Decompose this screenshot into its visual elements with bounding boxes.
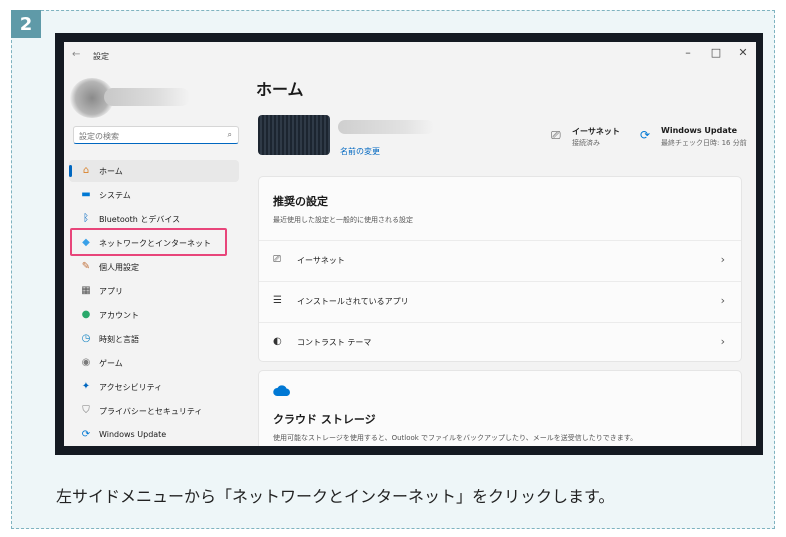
- sidebar-item[interactable]: ▦ アプリ: [69, 280, 239, 302]
- sidebar-item[interactable]: ◷ 時刻と言語: [69, 328, 239, 350]
- brush-icon: ✎: [81, 261, 91, 272]
- windows-update-status-title: Windows Update: [661, 126, 738, 135]
- apps-icon: ▦: [81, 285, 91, 296]
- windows-update-icon: ⟳: [81, 429, 91, 440]
- step-badge: 2: [11, 10, 41, 38]
- device-wallpaper-thumbnail: [258, 115, 330, 155]
- sidebar-item-label: 個人用設定: [99, 263, 139, 272]
- sidebar-item-label: アプリ: [99, 287, 123, 296]
- minimize-button[interactable]: –: [678, 46, 698, 59]
- row-label: イーサネット: [297, 256, 345, 265]
- settings-search-input[interactable]: 設定の検索 ⌕: [73, 126, 239, 144]
- sidebar-item[interactable]: ✦ アクセシビリティ: [69, 376, 239, 398]
- sidebar-item-label: ホーム: [99, 167, 123, 176]
- recommended-heading: 推奨の設定: [273, 195, 328, 208]
- window-title: 設定: [93, 52, 109, 61]
- cloud-storage-heading: クラウド ストレージ: [273, 413, 376, 426]
- row-label: インストールされているアプリ: [297, 297, 409, 306]
- contrast-icon: ◐: [273, 336, 282, 347]
- ethernet-icon: ⎚: [551, 128, 561, 142]
- chevron-right-icon: ›: [720, 335, 725, 348]
- system-icon: ▬: [81, 189, 91, 200]
- sidebar-item[interactable]: ● アカウント: [69, 304, 239, 326]
- network-item-highlight: [70, 228, 227, 256]
- user-profile[interactable]: [70, 76, 190, 120]
- sidebar-item-label: ゲーム: [99, 359, 123, 368]
- sidebar-item-label: システム: [99, 191, 131, 200]
- sidebar-item[interactable]: ◉ ゲーム: [69, 352, 239, 374]
- sidebar-item-label: 時刻と言語: [99, 335, 139, 344]
- clock-icon: ◷: [81, 333, 91, 344]
- recommended-row-contrast-theme[interactable]: ◐ コントラスト テーマ ›: [259, 322, 741, 363]
- sidebar-item[interactable]: ▬ システム: [69, 184, 239, 206]
- installed-apps-icon: ☰: [273, 295, 282, 306]
- sidebar-item[interactable]: ᛒ Bluetooth とデバイス: [69, 208, 239, 230]
- sidebar-item-label: アクセシビリティ: [99, 383, 163, 392]
- back-arrow-icon[interactable]: ←: [72, 49, 80, 60]
- sidebar-item[interactable]: ⟳ Windows Update: [69, 424, 239, 446]
- gamepad-icon: ◉: [81, 357, 91, 368]
- ethernet-status-sub: 接続済み: [572, 139, 600, 147]
- recommended-row-ethernet[interactable]: ⎚ イーサネット ›: [259, 240, 741, 281]
- sidebar-item[interactable]: ⌂ ホーム: [69, 160, 239, 182]
- chevron-right-icon: ›: [720, 253, 725, 266]
- page-title: ホーム: [256, 80, 304, 99]
- sidebar-item-label: Bluetooth とデバイス: [99, 215, 181, 224]
- selection-indicator: [69, 165, 72, 177]
- user-name-blurred: [104, 88, 190, 106]
- rename-link[interactable]: 名前の変更: [340, 146, 380, 157]
- device-name-blurred: [338, 120, 434, 134]
- recommended-row-installed-apps[interactable]: ☰ インストールされているアプリ ›: [259, 281, 741, 322]
- ethernet-icon: ⎚: [273, 254, 281, 265]
- maximize-button[interactable]: □: [706, 46, 726, 59]
- recommended-settings-panel: 推奨の設定 最近使用した設定と一般的に使用される設定 ⎚ イーサネット › ☰ …: [258, 176, 742, 362]
- sidebar-item-label: Windows Update: [99, 430, 167, 439]
- cloud-storage-panel: クラウド ストレージ 使用可能なストレージを使用すると、Outlook でファイ…: [258, 370, 742, 446]
- windows-update-icon: ⟳: [640, 128, 651, 142]
- account-icon: ●: [81, 309, 91, 320]
- sidebar-item[interactable]: ⛉ プライバシーとセキュリティ: [69, 400, 239, 422]
- instruction-caption: 左サイドメニューから「ネットワークとインターネット」をクリックします。: [56, 487, 615, 506]
- bluetooth-icon: ᛒ: [83, 213, 89, 224]
- home-icon: ⌂: [82, 165, 90, 176]
- ethernet-status-title: イーサネット: [572, 127, 620, 136]
- search-icon: ⌕: [227, 130, 232, 139]
- cloud-storage-text: 使用可能なストレージを使用すると、Outlook でファイルをバックアップしたり…: [273, 434, 638, 442]
- close-button[interactable]: ✕: [733, 46, 753, 59]
- sidebar-item[interactable]: ✎ 個人用設定: [69, 256, 239, 278]
- recommended-subtitle: 最近使用した設定と一般的に使用される設定: [273, 216, 413, 224]
- accessibility-icon: ✦: [81, 381, 91, 392]
- shield-icon: ⛉: [82, 405, 90, 416]
- cloud-icon: [273, 385, 290, 396]
- windows-update-status-sub: 最終チェック日時: 16 分前: [661, 139, 747, 147]
- sidebar-item-label: プライバシーとセキュリティ: [99, 407, 203, 416]
- title-bar: ← 設定 – □ ✕: [64, 42, 756, 68]
- search-placeholder: 設定の検索: [79, 132, 119, 141]
- row-label: コントラスト テーマ: [297, 338, 372, 347]
- chevron-right-icon: ›: [720, 294, 725, 307]
- sidebar-item-label: アカウント: [99, 311, 139, 320]
